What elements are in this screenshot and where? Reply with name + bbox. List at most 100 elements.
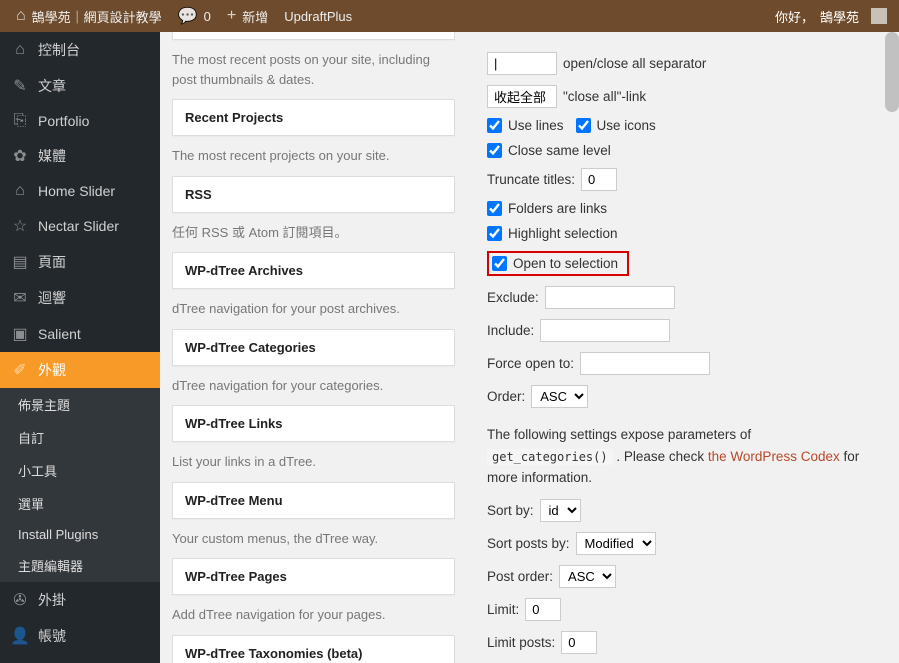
widget-title: WP-dTree Menu (185, 493, 442, 508)
menu-icon: ✇ (10, 590, 30, 610)
use-icons-checkbox[interactable] (576, 118, 591, 133)
limit-label: Limit: (487, 602, 519, 617)
admin-sidebar: ⌂ 控制台 ✎文章⎘Portfolio ✿ 媒體 ⌂ Home Slider ☆Nectar … (0, 32, 160, 663)
menu-label: Salient (38, 326, 81, 342)
close-same-label: Close same level (508, 143, 611, 158)
widget-box[interactable]: WP-dTree Archives (172, 252, 455, 289)
widget-title: WP-dTree Archives (185, 263, 442, 278)
menu-item-8[interactable]: ▣ Salient (0, 316, 160, 352)
order-label: Order: (487, 389, 525, 404)
open-to-selection-label: Open to selection (513, 256, 618, 271)
scrollbar[interactable] (885, 32, 899, 112)
submenu-item-1[interactable]: 自訂 (0, 421, 160, 454)
menu-item-5[interactable]: ☆Nectar Slider (0, 208, 160, 244)
menu-label: 迴響 (38, 288, 66, 308)
menu-label: 媒體 (38, 146, 66, 166)
widget-title: Recent Projects (185, 110, 442, 125)
folders-links-label: Folders are links (508, 201, 607, 216)
site-name: 鵠學苑｜網頁設計教學 (32, 7, 162, 26)
menu-icon: ✿ (10, 146, 30, 166)
comment-icon: 💬 (178, 6, 198, 26)
submenu-item-0[interactable]: 佈景主題 (0, 388, 160, 421)
codex-link[interactable]: the WordPress Codex (708, 449, 840, 464)
updraft-link[interactable]: UpdraftPlus (276, 0, 360, 32)
sortby-select[interactable]: id (540, 499, 581, 522)
force-open-input[interactable] (580, 352, 710, 375)
greeting-prefix: 你好， (775, 7, 814, 26)
menu-icon: ✐ (10, 360, 30, 380)
comments-link[interactable]: 💬 0 (170, 0, 219, 32)
widget-title: WP-dTree Categories (185, 340, 442, 355)
menu-item-7[interactable]: ✉ 迴響 (0, 280, 160, 316)
menu-item-6[interactable]: ▤頁面 (0, 244, 160, 280)
menu-icon: ⌂ (10, 41, 30, 59)
folders-links-checkbox[interactable] (487, 201, 502, 216)
menu-item-9[interactable]: ✐外觀 (0, 352, 160, 388)
menu-item-3[interactable]: ✿ 媒體 (0, 138, 160, 174)
menu-item-10[interactable]: ✇ 外掛 (0, 582, 160, 618)
order-select[interactable]: ASC (531, 385, 588, 408)
highlight-checkbox[interactable] (487, 226, 502, 241)
separator-input[interactable] (487, 52, 557, 75)
widget-title: WP-dTree Links (185, 416, 442, 431)
widget-box[interactable]: WP-dTree Pages (172, 558, 455, 595)
menu-label: 頁面 (38, 252, 66, 272)
limit-input[interactable] (525, 598, 561, 621)
widget-desc: The most recent projects on your site. (172, 146, 455, 166)
submenu-item-2[interactable]: 小工具 (0, 454, 160, 487)
menu-item-12[interactable]: ✄工具 (0, 654, 160, 663)
menu-icon: 👤 (10, 626, 30, 646)
widget-box[interactable]: WP-dTree Categories (172, 329, 455, 366)
widget-box[interactable]: Recent Projects (172, 99, 455, 136)
menu-item-4[interactable]: ⌂ Home Slider (0, 174, 160, 208)
submenu-item-3[interactable]: 選單 (0, 487, 160, 520)
menu-item-0[interactable]: ⌂ 控制台 (0, 32, 160, 68)
widgets-column: The most recent posts on your site, incl… (160, 32, 467, 663)
menu-item-11[interactable]: 👤帳號 (0, 618, 160, 654)
widget-box[interactable]: RSS (172, 176, 455, 213)
sortposts-label: Sort posts by: (487, 536, 570, 551)
separator-label: open/close all separator (563, 56, 706, 71)
closeall-input[interactable] (487, 85, 557, 108)
widget-box[interactable]: WP-dTree Links (172, 405, 455, 442)
menu-label: 文章 (38, 76, 66, 96)
widget-title: WP-dTree Pages (185, 569, 442, 584)
widget-desc: Your custom menus, the dTree way. (172, 529, 455, 549)
open-to-selection-checkbox[interactable] (492, 256, 507, 271)
truncate-input[interactable] (581, 168, 617, 191)
limitposts-input[interactable] (561, 631, 597, 654)
menu-icon: ▣ (10, 324, 30, 344)
admin-bar: ⌂ 鵠學苑｜網頁設計教學 💬 0 + 新增 UpdraftPlus 你好，鵠學苑 (0, 0, 899, 32)
submenu-item-5[interactable]: 主題編輯器 (0, 549, 160, 582)
include-input[interactable] (540, 319, 670, 342)
menu-item-1[interactable]: ✎文章 (0, 68, 160, 104)
user-greeting[interactable]: 你好，鵠學苑 (775, 7, 891, 26)
plus-icon: + (227, 7, 236, 25)
sortposts-select[interactable]: Modified (576, 532, 656, 555)
postorder-select[interactable]: ASC (559, 565, 616, 588)
close-same-checkbox[interactable] (487, 143, 502, 158)
submenu-item-4[interactable]: Install Plugins (0, 520, 160, 549)
postorder-label: Post order: (487, 569, 553, 584)
exclude-input[interactable] (545, 286, 675, 309)
menu-item-2[interactable]: ⎘Portfolio (0, 104, 160, 138)
widget-desc: List your links in a dTree. (172, 452, 455, 472)
menu-label: 控制台 (38, 40, 80, 60)
site-name-link[interactable]: ⌂ 鵠學苑｜網頁設計教學 (8, 0, 170, 32)
widget-desc: 任何 RSS 或 Atom 訂閱項目。 (172, 223, 455, 243)
widget-desc: dTree navigation for your categories. (172, 376, 455, 396)
use-lines-checkbox[interactable] (487, 118, 502, 133)
menu-label: Home Slider (38, 183, 115, 199)
menu-icon: ✉ (10, 288, 30, 308)
widget-box[interactable]: WP-dTree Taxonomies (beta) (172, 635, 455, 663)
widget-box[interactable]: WP-dTree Menu (172, 482, 455, 519)
menu-label: 外掛 (38, 590, 66, 610)
menu-icon: ⌂ (10, 182, 30, 200)
widget-desc: Add dTree navigation for your pages. (172, 605, 455, 625)
use-icons-label: Use icons (597, 118, 656, 133)
updraft-label: UpdraftPlus (284, 9, 352, 24)
include-label: Include: (487, 323, 534, 338)
add-new-link[interactable]: + 新增 (219, 0, 276, 32)
home-icon: ⌂ (16, 7, 26, 25)
open-to-selection-highlight: Open to selection (487, 251, 629, 276)
